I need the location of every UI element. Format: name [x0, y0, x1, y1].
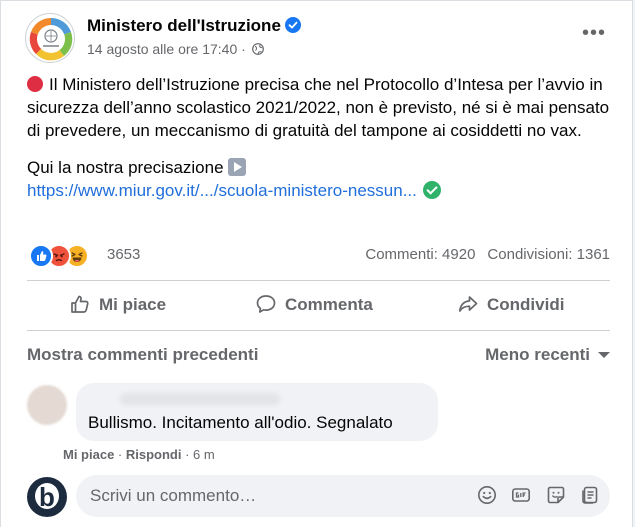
post-paragraph-text: Qui la nostra precisazione	[27, 158, 224, 177]
show-previous-comments-link[interactable]: Mostra commenti precedenti	[27, 345, 258, 365]
post-paragraph: Il Ministero dell’Istruzione precisa che…	[27, 73, 627, 142]
post-timestamp[interactable]: 14 agosto alle ore 17:40	[87, 41, 237, 57]
post-link-line: https://www.miur.gov.it/.../scuola-minis…	[27, 179, 627, 202]
comment-reply-link[interactable]: Rispondi	[126, 447, 182, 462]
divider	[27, 330, 610, 331]
post-meta: 14 agosto alle ore 17:40 ·	[87, 41, 264, 57]
comment-actions: Mi piace · Rispondi · 6 m	[63, 447, 215, 462]
share-button-label[interactable]: Condividi	[487, 295, 564, 314]
comment-button[interactable]: Commenta	[255, 285, 373, 325]
play-button-icon	[227, 158, 246, 176]
like-button-label[interactable]: Mi piace	[99, 295, 166, 314]
post-actions-bar: Mi piace Commenta Condividi	[27, 285, 610, 325]
user-avatar[interactable]: b	[27, 477, 67, 517]
avatar-sticker-icon[interactable]	[580, 485, 600, 505]
divider	[27, 280, 610, 281]
page-name[interactable]: Ministero dell'Istruzione	[87, 16, 301, 36]
comment-input-placeholder[interactable]: Scrivi un commento…	[90, 486, 256, 506]
composer-icons	[467, 485, 600, 507]
comment-sort-dropdown[interactable]: Meno recenti	[485, 345, 610, 365]
emoji-icon[interactable]	[477, 485, 497, 505]
commenter-name-redacted[interactable]	[120, 393, 280, 405]
comment-bubble: Bullismo. Incitamento all'odio. Segnalat…	[76, 383, 438, 441]
share-arrow-icon	[458, 296, 478, 312]
comments-header: Mostra commenti precedenti Meno recenti	[27, 345, 610, 369]
comment-time[interactable]: 6 m	[193, 447, 215, 462]
thumbs-up-icon	[71, 295, 89, 313]
gif-icon[interactable]	[511, 485, 531, 505]
globe-icon[interactable]	[251, 43, 264, 55]
ministry-logo-icon	[29, 17, 73, 61]
comment-composer: b Scrivi un commento…	[27, 475, 610, 519]
commenter-avatar[interactable]	[27, 385, 67, 425]
post-paragraph-text: Il Ministero dell’Istruzione precisa che…	[27, 75, 610, 140]
comment: Bullismo. Incitamento all'odio. Segnalat…	[27, 381, 610, 451]
post-header: Ministero dell'Istruzione 14 agosto alle…	[25, 13, 616, 63]
page-name-label[interactable]: Ministero dell'Istruzione	[87, 16, 281, 35]
check-mark-icon	[422, 181, 441, 199]
share-button[interactable]: Condividi	[457, 285, 564, 325]
post-body: Il Ministero dell’Istruzione precisa che…	[27, 73, 627, 202]
verified-badge-icon	[284, 17, 301, 33]
comment-text: Bullismo. Incitamento all'odio. Segnalat…	[88, 413, 393, 432]
comment-like-link[interactable]: Mi piace	[63, 447, 114, 462]
comment-input[interactable]: Scrivi un commento…	[76, 475, 610, 517]
comment-button-label[interactable]: Commenta	[285, 295, 373, 314]
sticker-icon[interactable]	[546, 485, 566, 505]
more-options-icon[interactable]: •••	[576, 23, 612, 47]
like-reaction-icon[interactable]	[29, 244, 53, 268]
reaction-count[interactable]: 3653	[107, 246, 140, 263]
like-button[interactable]: Mi piace	[69, 285, 166, 325]
red-circle-icon	[27, 76, 43, 92]
post-stats: Commenti: 4920 Condivisioni: 1361	[365, 246, 610, 263]
comments-count[interactable]: Commenti: 4920	[365, 246, 475, 263]
speech-bubble-icon	[256, 295, 276, 313]
caret-down-icon[interactable]	[598, 352, 610, 358]
shares-count[interactable]: Condivisioni: 1361	[487, 246, 610, 263]
meta-separator: ·	[237, 41, 250, 57]
user-avatar-letter: b	[39, 482, 55, 512]
post-paragraph: Qui la nostra precisazione	[27, 156, 627, 179]
page-avatar[interactable]	[25, 13, 75, 63]
post-link[interactable]: https://www.miur.gov.it/.../scuola-minis…	[27, 181, 417, 200]
sort-label[interactable]: Meno recenti	[485, 345, 590, 364]
post-card: Ministero dell'Istruzione 14 agosto alle…	[0, 0, 633, 527]
reactions-row: 3653 Commenti: 4920 Condivisioni: 1361	[27, 241, 610, 269]
